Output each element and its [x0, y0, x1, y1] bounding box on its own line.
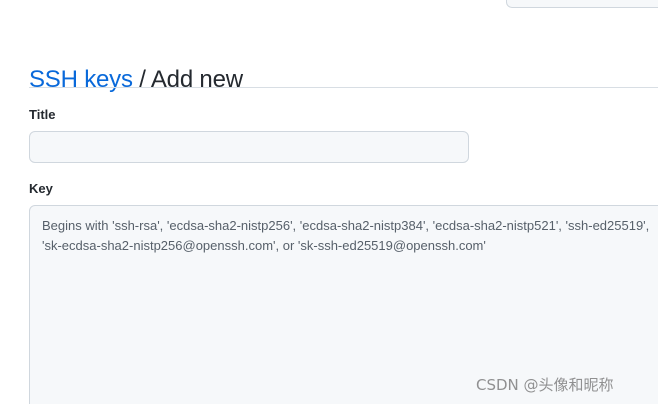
breadcrumb-separator: /	[132, 65, 151, 93]
add-ssh-key-page: SSH keys / Add new Title Key CSDN @头像和昵称	[0, 0, 658, 404]
breadcrumb-current: Add new	[150, 65, 243, 93]
breadcrumb-ssh-keys-link[interactable]: SSH keys	[29, 66, 133, 93]
watermark-text: CSDN @头像和昵称	[476, 376, 614, 394]
title-label: Title	[29, 107, 56, 122]
header-divider	[29, 87, 658, 88]
top-action-button[interactable]	[506, 0, 658, 8]
title-input[interactable]	[29, 131, 469, 163]
key-label: Key	[29, 181, 53, 196]
page-title: SSH keys / Add new	[29, 66, 243, 94]
